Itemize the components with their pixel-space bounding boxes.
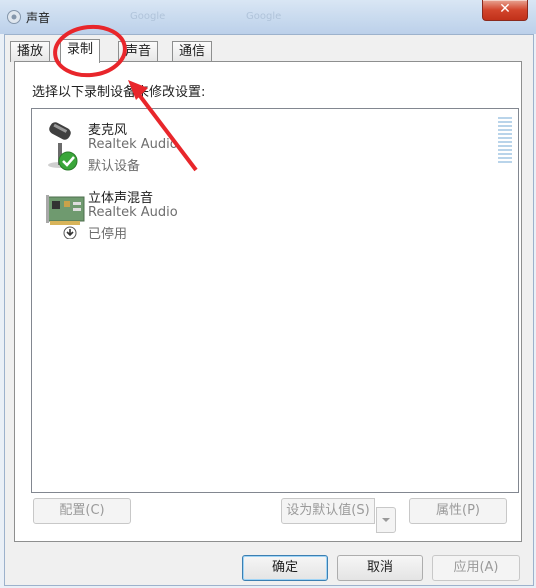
device-name: 麦克风	[88, 123, 128, 138]
level-meter-segment	[498, 145, 512, 147]
cancel-button[interactable]: 取消	[337, 555, 423, 581]
tab-label: 播放	[17, 44, 44, 59]
set-default-dropdown[interactable]	[376, 507, 396, 533]
speaker-icon	[7, 10, 21, 24]
recording-panel: 选择以下录制设备来修改设置: 麦克风 Realtek Audio 默认设备 立体…	[14, 61, 522, 542]
device-status: 已停用	[88, 227, 128, 242]
instruction-text: 选择以下录制设备来修改设置:	[32, 85, 206, 100]
level-meter-segment	[498, 133, 512, 135]
level-meter-segment	[498, 153, 512, 155]
background-ghost-text: Google	[130, 11, 166, 22]
ok-button[interactable]: 确定	[242, 555, 328, 581]
set-default-button[interactable]: 设为默认值(S)	[281, 498, 375, 524]
level-meter-segment	[498, 125, 512, 127]
level-meter-segment	[498, 149, 512, 151]
level-meter-segment	[498, 161, 512, 163]
level-meter-segment	[498, 157, 512, 159]
title-bar: 声音 Google Google ✕	[0, 0, 536, 34]
device-list[interactable]: 麦克风 Realtek Audio 默认设备 立体声混音 Realtek Aud…	[31, 108, 519, 493]
close-icon: ✕	[499, 1, 511, 17]
tab-playback[interactable]: 播放	[10, 41, 51, 62]
disabled-arrow-icon	[63, 226, 77, 239]
tab-sounds[interactable]: 声音	[118, 41, 159, 62]
window-title: 声音	[26, 11, 51, 25]
level-meter-segment	[498, 141, 512, 143]
level-meter-segment	[498, 117, 512, 119]
level-meter	[498, 117, 512, 163]
tab-label: 通信	[179, 44, 206, 59]
green-check-icon	[58, 151, 78, 171]
tab-recording[interactable]: 录制	[60, 39, 101, 63]
chevron-down-icon	[382, 518, 390, 522]
level-meter-segment	[498, 137, 512, 139]
configure-button[interactable]: 配置(C)	[33, 498, 131, 524]
tab-label: 声音	[125, 44, 152, 59]
apply-button[interactable]: 应用(A)	[432, 555, 520, 581]
properties-button[interactable]: 属性(P)	[409, 498, 507, 524]
device-item-microphone[interactable]: 麦克风 Realtek Audio 默认设备	[32, 117, 492, 183]
dialog-client: 播放 录制 声音 通信 选择以下录制设备来修改设置: 麦克风 Realtek A…	[4, 34, 534, 586]
close-button[interactable]: ✕	[482, 0, 528, 21]
level-meter-segment	[498, 121, 512, 123]
background-ghost-text: Google	[246, 11, 282, 22]
tab-label: 录制	[67, 42, 94, 57]
device-item-stereo-mix[interactable]: 立体声混音 Realtek Audio 已停用	[32, 185, 492, 251]
device-driver: Realtek Audio	[88, 137, 178, 152]
device-name: 立体声混音	[88, 191, 154, 206]
level-meter-segment	[498, 129, 512, 131]
device-status: 默认设备	[88, 159, 141, 174]
device-driver: Realtek Audio	[88, 205, 178, 220]
tab-communications[interactable]: 通信	[172, 41, 213, 62]
